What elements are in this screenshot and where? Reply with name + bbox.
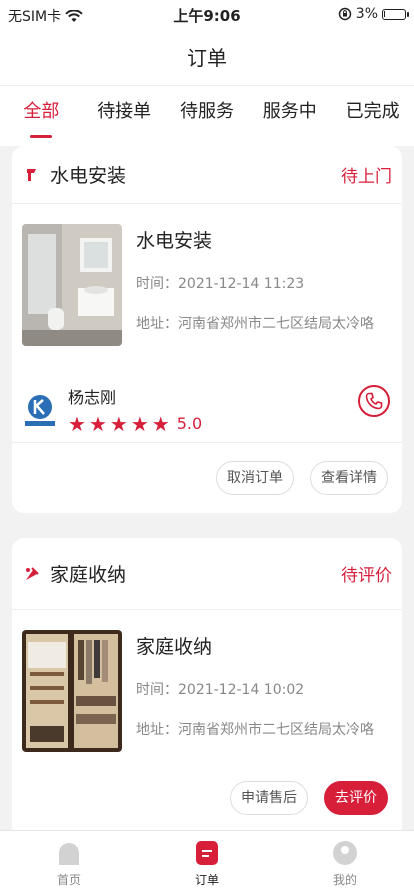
star-icon: ★ — [68, 411, 86, 436]
battery-fill — [384, 10, 385, 17]
rate-button[interactable]: 去评价 — [324, 781, 388, 815]
order-details[interactable]: 水电安装 时间：2021-12-14 11:23 地址：河南省郑州市二七区结局太… — [12, 204, 402, 353]
worker-info: 杨志刚 ★ ★ ★ ★ ★ 5.0 — [68, 384, 202, 436]
order-address: 地址：河南省郑州市二七区结局太冷咯 — [136, 722, 374, 738]
tab-label: 已完成 — [345, 101, 400, 122]
tab-all[interactable]: 全部 — [0, 86, 83, 146]
tab-pending-accept[interactable]: 待接单 — [83, 86, 166, 146]
page-title: 订单 — [0, 30, 414, 86]
worker-name: 杨志刚 — [68, 387, 117, 407]
star-icon: ★ — [88, 411, 107, 436]
profile-icon — [333, 841, 357, 865]
orientation-lock-icon — [338, 7, 352, 21]
call-button[interactable] — [358, 385, 390, 417]
service-thumbnail — [22, 224, 122, 346]
order-category: 水电安装 — [50, 165, 127, 187]
tab-active-indicator — [30, 135, 53, 138]
order-actions: 取消订单 查看详情 — [12, 443, 402, 513]
order-icon — [196, 841, 218, 865]
order-card[interactable]: 水电安装 待上门 水电安装 时间：2021-12-14 11:23 地址：河南省… — [12, 146, 402, 513]
star-icon: ★ — [130, 411, 149, 436]
tab-pending-service[interactable]: 待服务 — [166, 86, 249, 146]
cancel-order-button[interactable]: 取消订单 — [216, 461, 294, 495]
tab-label: 服务中 — [262, 101, 317, 122]
order-time: 时间：2021-12-14 11:23 — [136, 276, 305, 292]
worker-row: 杨志刚 ★ ★ ★ ★ ★ 5.0 — [12, 353, 402, 443]
tabbar-label: 订单 — [194, 873, 219, 887]
order-time: 时间：2021-12-14 10:02 — [136, 682, 305, 698]
order-category: 家庭收纳 — [50, 564, 127, 586]
order-address: 地址：河南省郑州市二七区结局太冷咯 — [136, 316, 374, 332]
order-status: 待上门 — [341, 167, 392, 187]
battery-percent: 3% — [355, 6, 378, 22]
tabbar-home[interactable]: 首页 — [0, 831, 138, 896]
plumbing-icon — [22, 165, 42, 185]
bottom-tabbar: 首页 订单 我的 — [0, 830, 414, 896]
tab-label: 全部 — [23, 101, 60, 122]
battery-icon — [382, 8, 409, 20]
rating-score: 5.0 — [176, 414, 203, 433]
order-actions: 申请售后 去评价 — [12, 759, 402, 833]
after-sales-button[interactable]: 申请售后 — [230, 781, 308, 815]
tabbar-label: 首页 — [56, 873, 81, 887]
order-status: 待评价 — [341, 566, 392, 586]
tab-completed[interactable]: 已完成 — [331, 86, 414, 146]
service-name: 水电安装 — [136, 230, 213, 252]
tabbar-label: 我的 — [332, 873, 357, 887]
rating: ★ ★ ★ ★ ★ 5.0 — [68, 412, 202, 436]
order-info: 家庭收纳 时间：2021-12-14 10:02 地址：河南省郑州市二七区结局太… — [122, 630, 374, 759]
order-details[interactable]: 家庭收纳 时间：2021-12-14 10:02 地址：河南省郑州市二七区结局太… — [12, 610, 402, 759]
status-bar: 无SIM卡 上午9:06 3% — [0, 0, 414, 30]
home-icon — [59, 843, 79, 865]
tab-label: 待接单 — [97, 101, 152, 122]
service-thumbnail — [22, 630, 122, 752]
star-icon: ★ — [109, 411, 128, 436]
order-info: 水电安装 时间：2021-12-14 11:23 地址：河南省郑州市二七区结局太… — [122, 224, 374, 353]
order-tabs: 全部 待接单 待服务 服务中 已完成 — [0, 86, 414, 146]
tab-in-service[interactable]: 服务中 — [248, 86, 331, 146]
star-icon: ★ — [151, 411, 170, 436]
status-right: 3% — [338, 6, 409, 22]
order-card-header: 家庭收纳 待评价 — [12, 538, 402, 610]
service-name: 家庭收纳 — [136, 636, 213, 658]
order-card-header: 水电安装 待上门 — [12, 146, 402, 204]
tabbar-profile[interactable]: 我的 — [276, 831, 414, 896]
view-details-button[interactable]: 查看详情 — [310, 461, 388, 495]
phone-icon — [365, 392, 383, 410]
tabbar-orders[interactable]: 订单 — [138, 831, 276, 896]
order-card[interactable]: 家庭收纳 待评价 家庭收纳 时间：2021-12-14 10:02 地址：河南省… — [12, 538, 402, 838]
storage-icon — [22, 564, 42, 584]
tab-label: 待服务 — [179, 101, 234, 122]
company-logo — [22, 392, 58, 428]
